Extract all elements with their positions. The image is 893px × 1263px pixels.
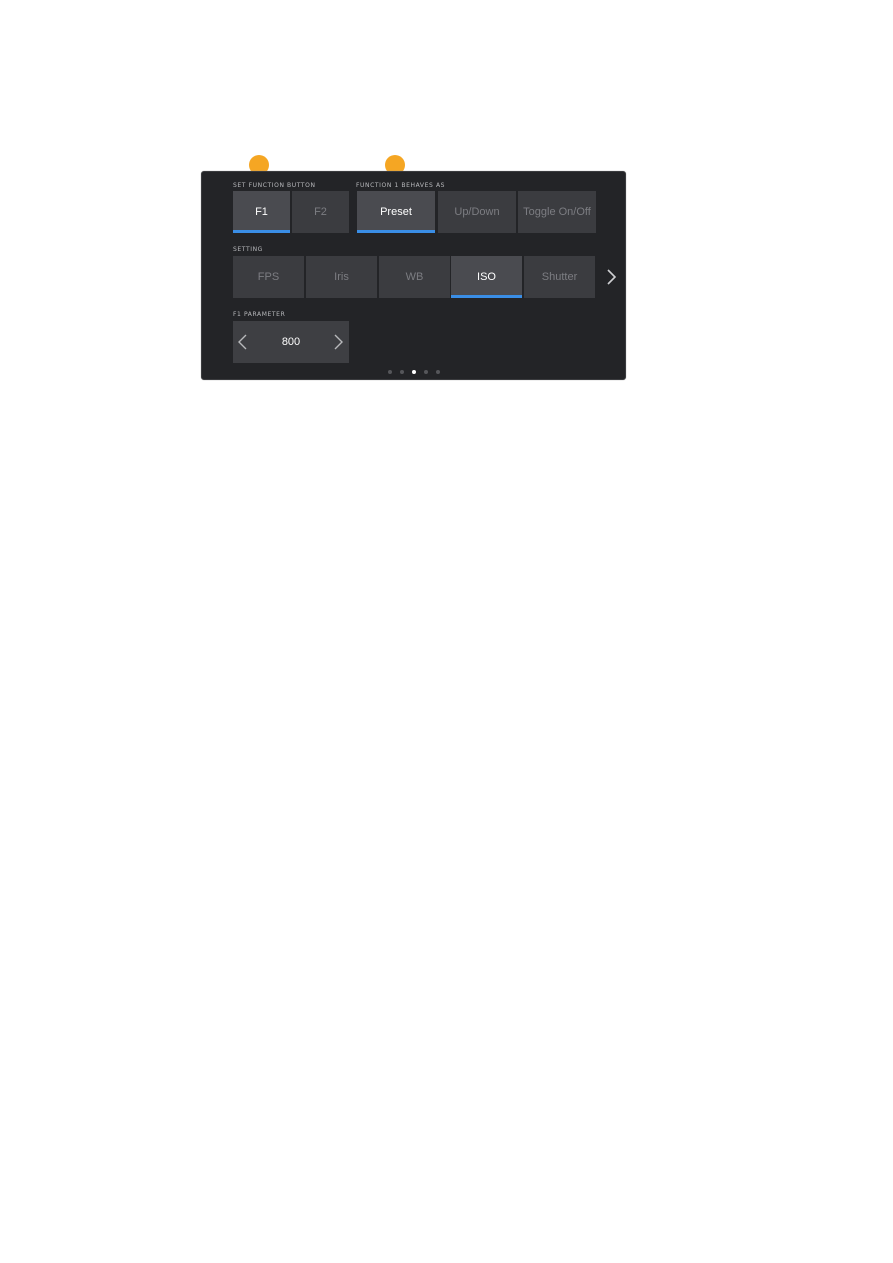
up-down-button-label: Up/Down [454, 206, 500, 218]
f1-button[interactable]: F1 [233, 191, 290, 233]
page-dot[interactable] [399, 370, 404, 374]
preset-button[interactable]: Preset [357, 191, 435, 233]
function-behaves-label: FUNCTION 1 BEHAVES AS [356, 182, 446, 189]
setting-shutter-button[interactable]: Shutter [524, 256, 595, 298]
preset-button-label: Preset [380, 206, 412, 218]
toggle-on-off-button[interactable]: Toggle On/Off [518, 191, 596, 233]
function-button-settings-screen: SET FUNCTION BUTTON FUNCTION 1 BEHAVES A… [201, 171, 626, 380]
setting-iso-label: ISO [477, 271, 496, 283]
f2-button[interactable]: F2 [292, 191, 349, 233]
chevron-left-icon[interactable] [236, 333, 250, 351]
page-dot-active[interactable] [411, 370, 416, 374]
setting-fps-button[interactable]: FPS [233, 256, 304, 298]
toggle-on-off-button-label: Toggle On/Off [523, 206, 591, 218]
up-down-button[interactable]: Up/Down [438, 191, 516, 233]
f1-parameter-value: 800 [281, 336, 301, 348]
setting-iso-button[interactable]: ISO [451, 256, 522, 298]
chevron-right-icon[interactable] [604, 268, 618, 286]
f2-button-label: F2 [314, 206, 327, 218]
f1-button-label: F1 [255, 206, 268, 218]
setting-wb-button[interactable]: WB [379, 256, 450, 298]
set-function-button-label: SET FUNCTION BUTTON [233, 182, 316, 189]
chevron-right-icon[interactable] [331, 333, 345, 351]
setting-fps-label: FPS [257, 271, 280, 283]
page-dot[interactable] [387, 370, 392, 374]
setting-shutter-label: Shutter [541, 271, 578, 283]
page-indicator [202, 370, 625, 374]
page-dot[interactable] [423, 370, 428, 374]
setting-label: SETTING [233, 246, 263, 253]
setting-iris-button[interactable]: Iris [306, 256, 377, 298]
setting-iris-label: Iris [334, 271, 349, 283]
page-dot[interactable] [435, 370, 440, 374]
setting-wb-label: WB [405, 271, 424, 283]
f1-parameter-label: F1 PARAMETER [233, 311, 286, 318]
